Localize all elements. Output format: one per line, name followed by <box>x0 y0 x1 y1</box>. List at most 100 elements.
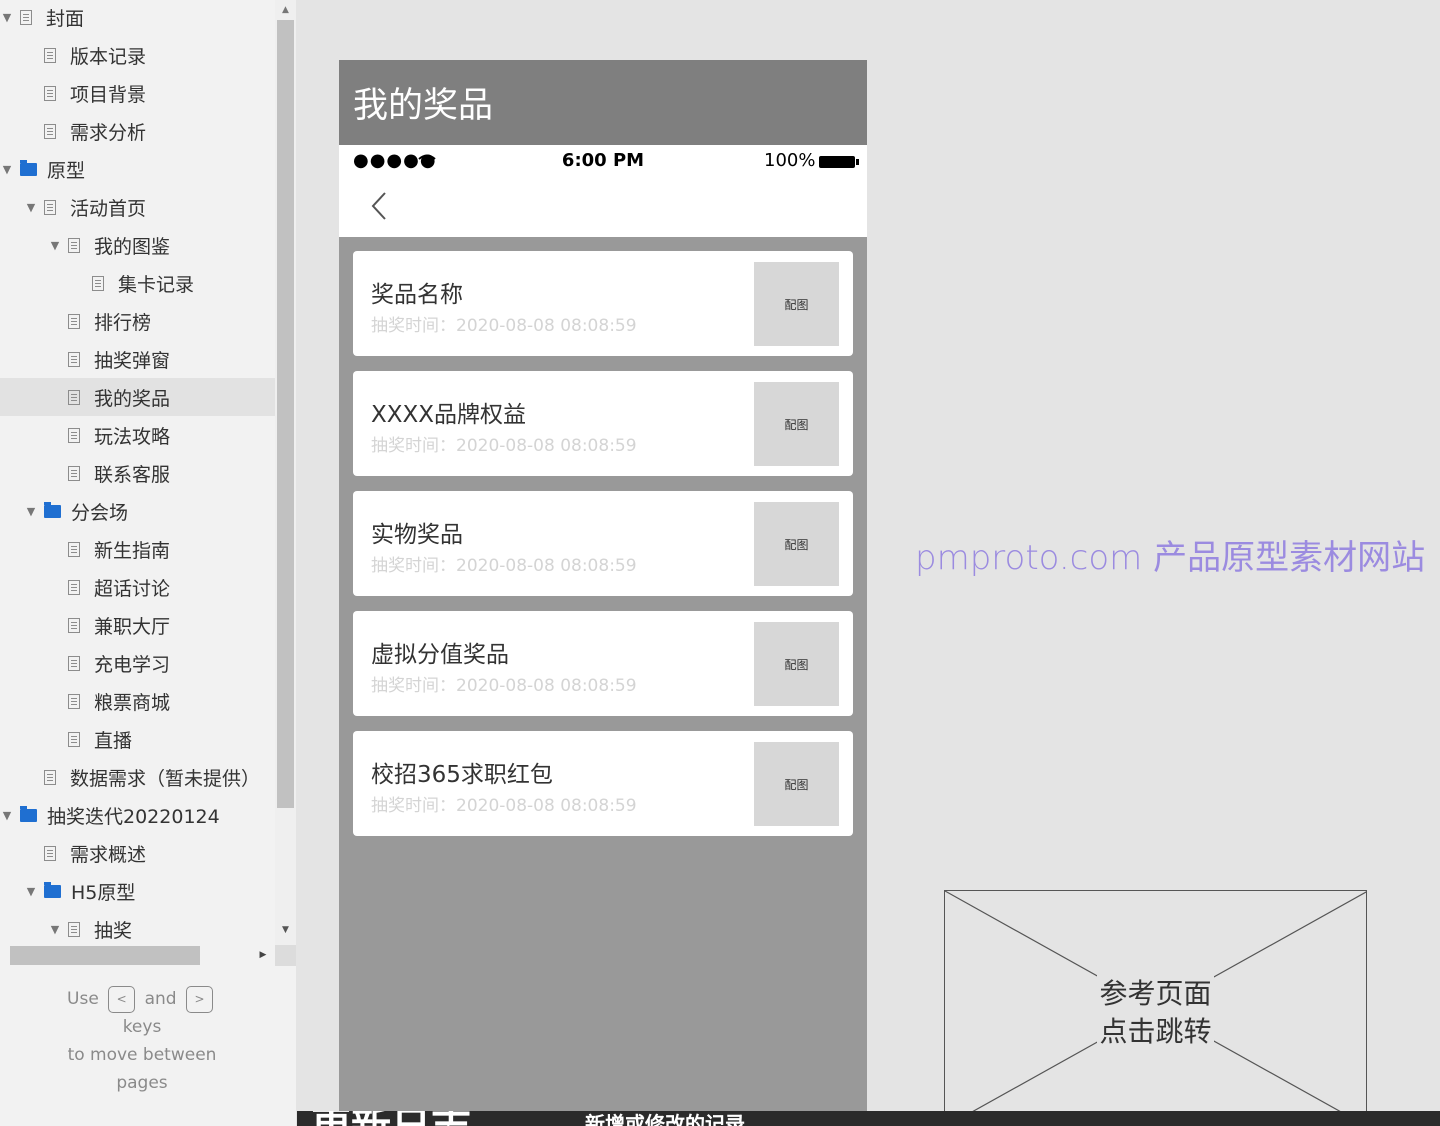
reference-line2: 点击跳转 <box>1097 1013 1214 1051</box>
expand-caret-icon[interactable]: ▼ <box>24 505 38 518</box>
folder-icon <box>44 501 61 518</box>
nav-bar <box>339 177 867 237</box>
tree-item[interactable]: ▼抽奖弹窗 <box>0 340 275 378</box>
tree-item[interactable]: ▼ 我的图鉴 <box>0 226 275 264</box>
tree-item[interactable]: ▼ 抽奖 <box>0 910 275 945</box>
tree-item[interactable]: ▼版本记录 <box>0 36 275 74</box>
tree-item[interactable]: ▼数据需求（暂未提供） <box>0 758 275 796</box>
tree-item-label: 新生指南 <box>94 539 171 562</box>
expand-caret-icon[interactable]: ▼ <box>24 201 38 214</box>
prize-card[interactable]: 虚拟分值奖品 抽奖时间：2020-08-08 08:08:59 配图 <box>353 611 853 716</box>
tree-item-label: 粮票商城 <box>94 691 171 714</box>
horizontal-scrollbar[interactable]: ▶ <box>0 945 275 966</box>
tree-item[interactable]: ▼充电学习 <box>0 644 275 682</box>
tree-item-label: 直播 <box>94 729 133 752</box>
tree-item[interactable]: ▼粮票商城 <box>0 682 275 720</box>
folder-icon <box>20 805 37 822</box>
scroll-right-arrow-icon[interactable]: ▶ <box>256 945 270 966</box>
prize-draw-time: 抽奖时间：2020-08-08 08:08:59 <box>371 316 637 336</box>
tree-item-label: 玩法攻略 <box>94 425 171 448</box>
tree-item-label: 版本记录 <box>70 45 147 68</box>
expand-caret-icon[interactable]: ▼ <box>48 239 62 252</box>
tree-item-label: 排行榜 <box>94 311 152 334</box>
tree-item[interactable]: ▼ 分会场 <box>0 492 275 530</box>
tree-item-label: 我的奖品 <box>94 387 171 410</box>
tree-item[interactable]: ▼兼职大厅 <box>0 606 275 644</box>
tree-item-label: 兼职大厅 <box>94 615 171 638</box>
vertical-scroll-thumb[interactable] <box>277 20 294 808</box>
back-arrow-icon[interactable] <box>369 191 389 221</box>
expand-caret-icon[interactable]: ▼ <box>0 11 14 24</box>
page-icon <box>44 85 56 101</box>
prize-draw-time: 抽奖时间：2020-08-08 08:08:59 <box>371 436 637 456</box>
tree-item-label: 分会场 <box>71 501 129 524</box>
page-icon <box>92 275 104 291</box>
prize-card[interactable]: XXXX品牌权益 抽奖时间：2020-08-08 08:08:59 配图 <box>353 371 853 476</box>
prize-image-placeholder: 配图 <box>754 262 839 346</box>
expand-caret-icon[interactable]: ▼ <box>0 809 14 822</box>
tree-item[interactable]: ▼ 抽奖迭代20220124 <box>0 796 275 834</box>
prize-card[interactable]: 校招365求职红包抽奖时间：2020-08-08 08:08:59 配图 <box>353 731 853 836</box>
scrollbar-corner <box>275 945 296 966</box>
status-bar: ●●●●● 6:00 PM 100% <box>339 145 867 177</box>
tree-item[interactable]: ▼直播 <box>0 720 275 758</box>
tree-item[interactable]: ▼超话讨论 <box>0 568 275 606</box>
tree-item[interactable]: ▼我的奖品 <box>0 378 275 416</box>
page-icon <box>68 351 80 367</box>
changelog-subtitle: 新增或修改的记录 <box>585 1112 745 1126</box>
expand-caret-icon[interactable]: ▼ <box>48 923 62 936</box>
horizontal-scroll-thumb[interactable] <box>10 946 200 965</box>
tree-item[interactable]: ▼排行榜 <box>0 302 275 340</box>
prize-draw-time: 抽奖时间：2020-08-08 08:08:59 <box>371 556 637 576</box>
prize-card[interactable]: 奖品名称抽奖时间：2020-08-08 08:08:59 配图 <box>353 251 853 356</box>
prize-draw-time: 抽奖时间：2020-08-08 08:08:59 <box>371 676 637 696</box>
prize-name: 虚拟分值奖品 <box>371 642 509 668</box>
page-icon <box>44 769 56 785</box>
page-icon <box>44 199 56 215</box>
expand-caret-icon[interactable]: ▼ <box>0 163 14 176</box>
reference-page-placeholder[interactable]: 参考页面 点击跳转 <box>944 890 1367 1126</box>
folder-icon <box>44 881 61 898</box>
tree-item[interactable]: ▼新生指南 <box>0 530 275 568</box>
tree-item-label: 联系客服 <box>94 463 171 486</box>
tree-item[interactable]: ▼需求概述 <box>0 834 275 872</box>
page-icon <box>68 237 80 253</box>
vertical-scrollbar[interactable]: ▲ ▼ <box>275 0 296 945</box>
expand-caret-icon[interactable]: ▼ <box>24 885 38 898</box>
tree-item[interactable]: ▼ H5原型 <box>0 872 275 910</box>
scroll-up-arrow-icon[interactable]: ▲ <box>275 0 296 20</box>
tree-item[interactable]: ▼需求分析 <box>0 112 275 150</box>
hint-keys-text: keys <box>122 1017 162 1037</box>
hint-line3-text: to move between <box>67 1045 217 1065</box>
tree-item[interactable]: ▼集卡记录 <box>0 264 275 302</box>
tree-item[interactable]: ▼联系客服 <box>0 454 275 492</box>
tree-item[interactable]: ▼项目背景 <box>0 74 275 112</box>
page-icon <box>68 427 80 443</box>
prize-image-placeholder: 配图 <box>754 742 839 826</box>
tree-item-label: 集卡记录 <box>118 273 195 296</box>
tree-item-label: 充电学习 <box>94 653 171 676</box>
prize-name: 奖品名称 <box>371 282 463 308</box>
page-icon <box>68 313 80 329</box>
tree-item-label: 超话讨论 <box>94 577 171 600</box>
page-title: 我的奖品 <box>353 86 494 126</box>
tree-item[interactable]: ▼ 原型 <box>0 150 275 188</box>
tree-item[interactable]: ▼ 活动首页 <box>0 188 275 226</box>
page-icon <box>68 389 80 405</box>
tree-item[interactable]: ▼ 封面 <box>0 0 275 36</box>
scroll-down-arrow-icon[interactable]: ▼ <box>275 920 296 940</box>
page-icon <box>68 693 80 709</box>
tree-item-label: 封面 <box>46 7 85 30</box>
tree-item-label: 抽奖弹窗 <box>94 349 171 372</box>
page-icon <box>20 9 32 25</box>
page-icon <box>68 731 80 747</box>
prize-draw-time: 抽奖时间：2020-08-08 08:08:59 <box>371 796 637 816</box>
hint-use-text: Use <box>67 989 99 1009</box>
prize-image-placeholder: 配图 <box>754 382 839 466</box>
phone-prototype: 我的奖品 ●●●●● 6:00 PM 100% 奖品名称抽奖时间：2020-08… <box>339 60 867 1112</box>
page-icon <box>68 655 80 671</box>
prize-card[interactable]: 实物奖品 抽奖时间：2020-08-08 08:08:59 配图 <box>353 491 853 596</box>
prize-name: 校招365求职红包 <box>371 762 553 788</box>
battery-percent: 100% <box>764 150 816 171</box>
tree-item[interactable]: ▼玩法攻略 <box>0 416 275 454</box>
